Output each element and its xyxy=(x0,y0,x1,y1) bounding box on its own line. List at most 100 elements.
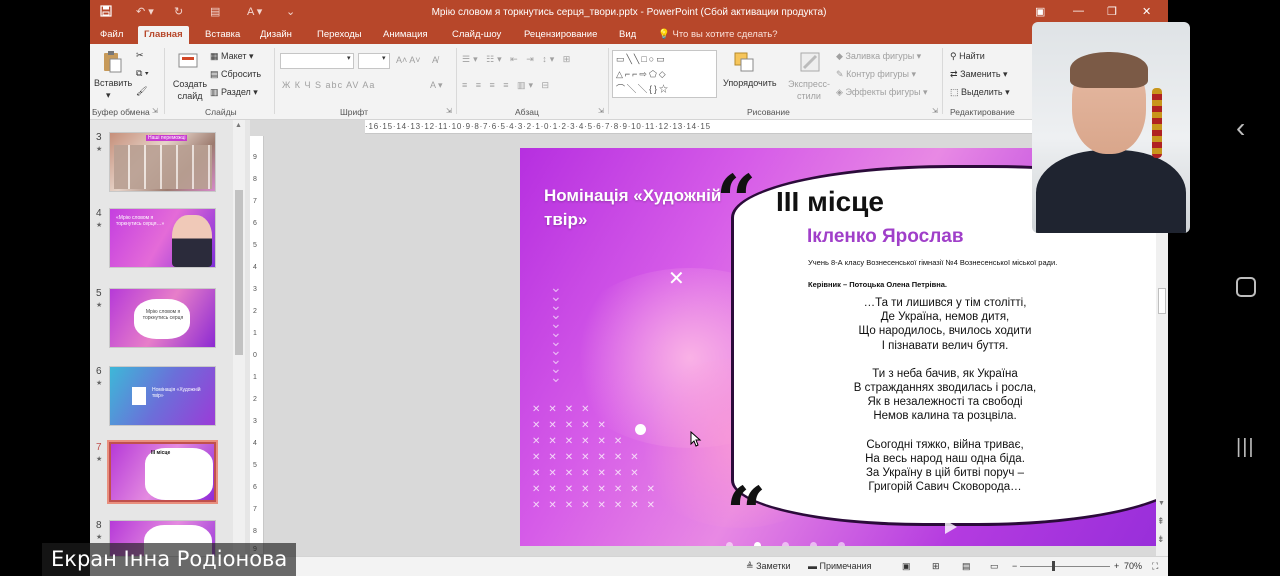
zoom-in-icon[interactable]: + xyxy=(1114,561,1119,571)
restore-icon[interactable]: ❐ xyxy=(1107,5,1117,18)
normal-view-icon[interactable]: ▣ xyxy=(902,561,911,572)
notes-icon: ≜ xyxy=(746,561,754,571)
clipboard-launcher-icon[interactable]: ⇲ xyxy=(152,107,158,115)
format-painter-icon[interactable]: 🖌 xyxy=(136,86,147,97)
shape-effects-button[interactable]: ◈ Эффекты фигуры ▾ xyxy=(836,87,927,98)
tab-home[interactable]: Главная xyxy=(138,26,189,44)
font-name-field[interactable] xyxy=(280,53,354,69)
tab-review[interactable]: Рецензирование xyxy=(518,26,603,44)
horizontal-ruler: ·16·15·14·13·12·11·10·9·8·7·6·5·4·3·2·1·… xyxy=(365,120,1140,134)
tab-view[interactable]: Вид xyxy=(613,26,642,44)
home-button-icon[interactable] xyxy=(1236,277,1256,297)
align-buttons-icon[interactable]: ≡ ≡ ≡ ≡ ▥▾ ⊟ xyxy=(462,80,552,91)
paste-button[interactable]: Вставить xyxy=(94,78,132,88)
notes-label: Заметки xyxy=(756,561,791,571)
zoom-slider[interactable] xyxy=(1020,566,1110,567)
slides-group-label: Слайды xyxy=(205,107,237,117)
arrange-button[interactable]: Упорядочить xyxy=(723,78,777,88)
tab-file[interactable]: Файл xyxy=(94,26,129,44)
ribbon-options-icon[interactable]: ▣ xyxy=(1035,5,1045,18)
photo-collage xyxy=(114,145,212,189)
zoom-slider-handle[interactable] xyxy=(1052,561,1055,571)
scroll-down-icon[interactable]: ▼ xyxy=(1158,500,1165,507)
drawing-launcher-icon[interactable]: ⇲ xyxy=(932,107,938,115)
poem-line: Сьогодні тяжко, війна триває, xyxy=(866,438,1024,451)
zoom-level[interactable]: 70% xyxy=(1124,561,1142,571)
reset-button[interactable]: ▤ Сбросить xyxy=(210,69,261,80)
copy-icon[interactable]: ⧉ ▾ xyxy=(136,68,149,79)
cut-icon[interactable]: ✂ xyxy=(136,50,144,61)
back-chevron-icon[interactable]: ‹ xyxy=(1236,112,1245,144)
minimize-icon[interactable]: — xyxy=(1073,5,1084,17)
shapes-gallery[interactable]: ▭╲╲□○▭ △⌐⌐⇨⬠◇ ⌒╲╲{}☆ xyxy=(612,50,717,98)
animation-star-icon: ★ xyxy=(96,222,103,229)
ruler-tick: 4 xyxy=(253,264,257,271)
reading-view-icon[interactable]: ▤ xyxy=(962,561,971,572)
shape-fill-label: Заливка фигуры xyxy=(845,51,915,61)
numeral-badge xyxy=(132,387,146,405)
font-style-buttons[interactable]: Ж К Ч S abc AV Aa xyxy=(282,80,375,90)
separator xyxy=(456,48,457,114)
lightbulb-icon: 💡 xyxy=(658,29,670,40)
tab-slideshow[interactable]: Слайд-шоу xyxy=(446,26,507,44)
previous-slide-icon[interactable]: ⇞ xyxy=(1157,516,1165,527)
select-button[interactable]: ⬚ Выделить ▾ xyxy=(950,87,1010,98)
ruler-tick: 2 xyxy=(253,308,257,315)
new-slide-icon[interactable] xyxy=(176,50,200,74)
arrange-icon[interactable] xyxy=(732,50,756,74)
font-launcher-icon[interactable]: ⇲ xyxy=(446,107,452,115)
comments-button[interactable]: ▬ Примечания xyxy=(808,561,871,571)
paragraph-launcher-icon[interactable]: ⇲ xyxy=(598,107,604,115)
font-size-dropdown-icon[interactable]: ▾ xyxy=(382,54,386,62)
fit-to-window-icon[interactable]: ⛶ xyxy=(1152,561,1158,572)
quick-styles-icon[interactable] xyxy=(798,50,822,74)
recent-apps-icon[interactable]: ||| xyxy=(1236,436,1255,459)
slideshow-icon[interactable]: ▭ xyxy=(990,561,999,572)
scrollbar-thumb[interactable] xyxy=(1158,288,1166,314)
ruler-tick: 7 xyxy=(253,506,257,513)
animation-star-icon: ★ xyxy=(96,146,103,153)
slides-pane: 3 ★ Наші переможці 4 ★ «Мрію словом я то… xyxy=(90,120,250,560)
tab-transitions[interactable]: Переходы xyxy=(311,26,368,44)
quick-styles-button[interactable]: Экспресс-стили xyxy=(786,78,832,102)
tab-insert[interactable]: Вставка xyxy=(199,26,246,44)
pager-dot xyxy=(782,542,789,546)
slide-preview: Наші переможці xyxy=(109,132,216,192)
grow-font-icon[interactable]: A˄ A˅ xyxy=(396,55,421,65)
slide-number: 7 xyxy=(96,442,102,453)
nomination-title: Номінація «Художній твір» xyxy=(544,186,722,229)
next-slide-icon[interactable]: ⇟ xyxy=(1157,534,1165,545)
layout-icon: ▦ xyxy=(210,51,219,61)
slide-sorter-icon[interactable]: ⊞ xyxy=(932,561,940,572)
shape-outline-label: Контур фигуры xyxy=(846,69,909,79)
section-button[interactable]: ▥ Раздел ▾ xyxy=(210,87,258,98)
close-icon[interactable]: ✕ xyxy=(1142,5,1151,18)
tell-me-box[interactable]: 💡 Что вы хотите сделать? xyxy=(658,26,778,44)
find-button[interactable]: ⚲ Найти xyxy=(950,51,985,62)
clear-formatting-icon[interactable]: A̸ xyxy=(432,55,438,65)
replace-button[interactable]: ⇄ Заменить ▾ xyxy=(950,69,1008,80)
font-color-dropdown-icon[interactable]: A ▾ xyxy=(430,80,443,91)
ruler-tick: 1 xyxy=(253,374,257,381)
pager-dot xyxy=(726,542,733,546)
shape-outline-button[interactable]: ✎ Контур фигуры ▾ xyxy=(836,69,916,80)
shape-fill-button[interactable]: ◆ Заливка фигуры ▾ xyxy=(836,51,921,62)
paste-icon[interactable] xyxy=(100,50,124,74)
ribbon: Вставить ▾ ✂ ⧉ ▾ 🖌 Буфер обмена ⇲ Создат… xyxy=(90,44,1168,120)
scroll-up-icon[interactable]: ▲ xyxy=(235,122,242,129)
layout-button[interactable]: ▦ Макет ▾ xyxy=(210,51,254,62)
tab-design[interactable]: Дизайн xyxy=(254,26,298,44)
scrollbar-thumb[interactable] xyxy=(235,190,243,355)
list-buttons-icon[interactable]: ☰▾ ☷▾ ⇤ ⇥ ↕▾ ⊞ xyxy=(462,54,573,65)
zoom-out-icon[interactable]: − xyxy=(1012,561,1017,571)
tab-animations[interactable]: Анимация xyxy=(377,26,434,44)
slides-pane-scrollbar[interactable]: ▲ xyxy=(233,120,245,560)
poem-line: Де Україна, немов дитя, xyxy=(880,311,1010,324)
notes-button[interactable]: ≜ Заметки xyxy=(746,561,791,572)
paste-dropdown-icon[interactable]: ▾ xyxy=(106,90,111,101)
poem-line: На весь народ наш одна біда. xyxy=(865,452,1025,465)
new-slide-button[interactable]: Создать слайд xyxy=(170,78,210,102)
pen-icon: ✎ xyxy=(836,69,844,79)
font-name-dropdown-icon[interactable]: ▾ xyxy=(347,54,351,62)
shape-effects-label: Эффекты фигуры xyxy=(845,87,921,97)
